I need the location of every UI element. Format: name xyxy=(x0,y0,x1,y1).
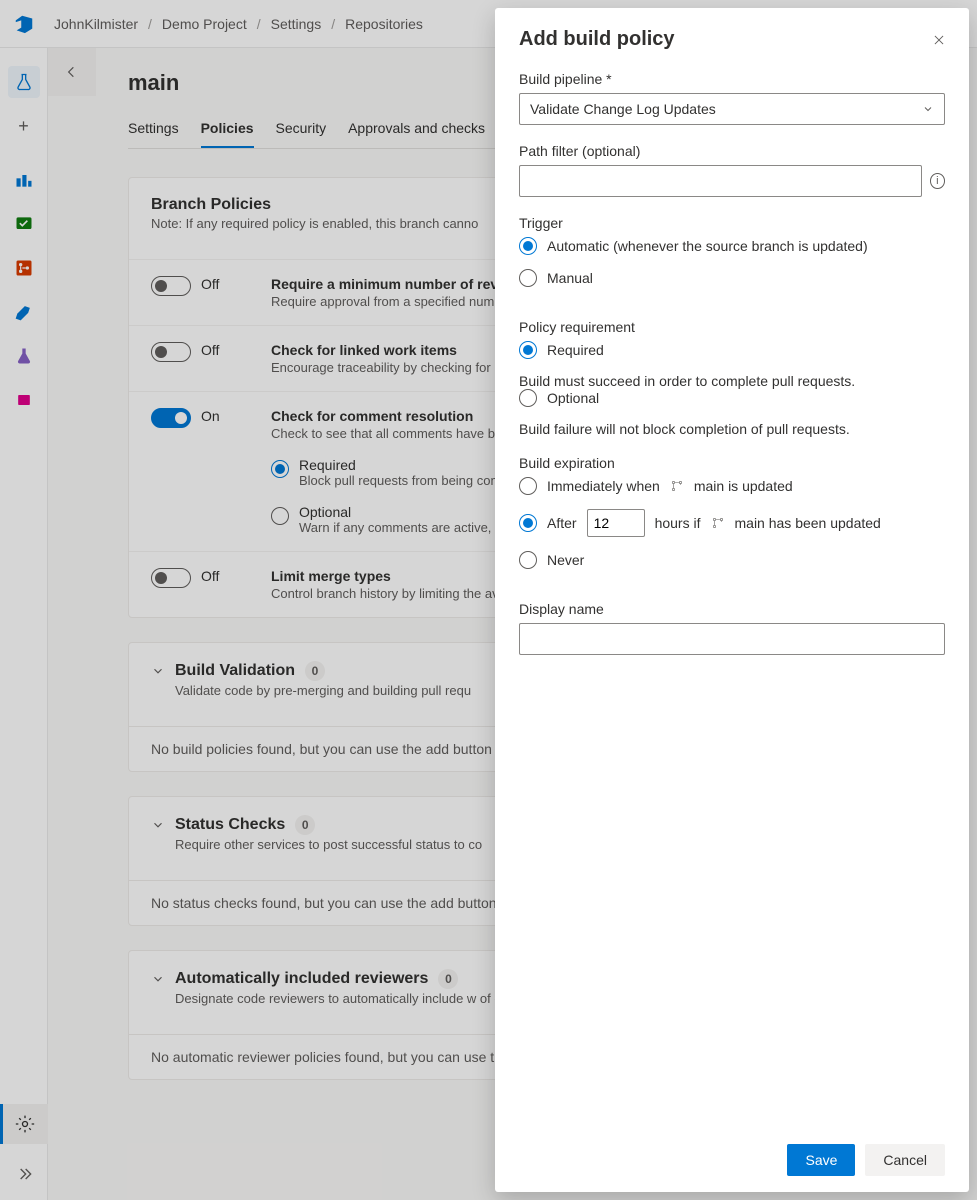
display-name-input[interactable] xyxy=(519,623,945,655)
save-button[interactable]: Save xyxy=(787,1144,855,1176)
path-filter-input[interactable] xyxy=(519,165,922,197)
option-label: Manual xyxy=(547,270,593,286)
requirement-option-required[interactable]: Required xyxy=(519,341,945,359)
expiration-option-after[interactable]: After hours if main has been updated xyxy=(519,509,945,537)
display-name-field: Display name xyxy=(519,601,945,655)
option-label: Never xyxy=(547,552,584,568)
option-desc: Build must succeed in order to complete … xyxy=(519,373,945,389)
expiration-option-never[interactable]: Never xyxy=(519,551,945,569)
radio-required[interactable] xyxy=(519,341,537,359)
panel-title: Add build policy xyxy=(519,28,945,51)
option-label-suffix: main is updated xyxy=(694,478,793,494)
requirement-option-optional[interactable]: Optional xyxy=(519,389,945,407)
path-filter-field: Path filter (optional) i xyxy=(519,143,945,197)
trigger-option-manual[interactable]: Manual xyxy=(519,269,945,287)
field-label: Build pipeline * xyxy=(519,71,945,87)
branch-icon xyxy=(711,516,725,530)
option-desc: Build failure will not block completion … xyxy=(519,421,945,437)
policy-requirement-field: Policy requirement Required Build must s… xyxy=(519,319,945,437)
close-button[interactable] xyxy=(925,26,953,54)
chevron-down-icon xyxy=(922,103,934,115)
branch-icon xyxy=(670,479,684,493)
trigger-option-automatic[interactable]: Automatic (whenever the source branch is… xyxy=(519,237,945,255)
expiration-option-immediate[interactable]: Immediately when main is updated xyxy=(519,477,945,495)
radio-optional[interactable] xyxy=(519,389,537,407)
radio-manual[interactable] xyxy=(519,269,537,287)
add-build-policy-panel: Add build policy Build pipeline * Valida… xyxy=(495,8,969,1192)
trigger-field: Trigger Automatic (whenever the source b… xyxy=(519,215,945,301)
option-label: Optional xyxy=(547,390,599,406)
radio-automatic[interactable] xyxy=(519,237,537,255)
info-icon[interactable]: i xyxy=(930,173,945,189)
field-label: Path filter (optional) xyxy=(519,143,945,159)
field-label: Trigger xyxy=(519,215,945,231)
option-label-suffix: main has been updated xyxy=(735,515,881,531)
radio-after-hours[interactable] xyxy=(519,514,537,532)
hours-input[interactable] xyxy=(587,509,645,537)
cancel-button[interactable]: Cancel xyxy=(865,1144,945,1176)
option-label: Automatic (whenever the source branch is… xyxy=(547,238,868,254)
panel-footer: Save Cancel xyxy=(519,1144,945,1176)
option-label-prefix: Immediately when xyxy=(547,478,660,494)
radio-immediate[interactable] xyxy=(519,477,537,495)
option-label-prefix: After xyxy=(547,515,577,531)
field-label: Build expiration xyxy=(519,455,945,471)
build-pipeline-select[interactable]: Validate Change Log Updates xyxy=(519,93,945,125)
option-label: Required xyxy=(547,342,604,358)
build-expiration-field: Build expiration Immediately when main i… xyxy=(519,455,945,583)
build-pipeline-field: Build pipeline * Validate Change Log Upd… xyxy=(519,71,945,125)
radio-never[interactable] xyxy=(519,551,537,569)
select-value: Validate Change Log Updates xyxy=(530,101,716,117)
field-label: Display name xyxy=(519,601,945,617)
field-label: Policy requirement xyxy=(519,319,945,335)
option-label-mid: hours if xyxy=(655,515,701,531)
